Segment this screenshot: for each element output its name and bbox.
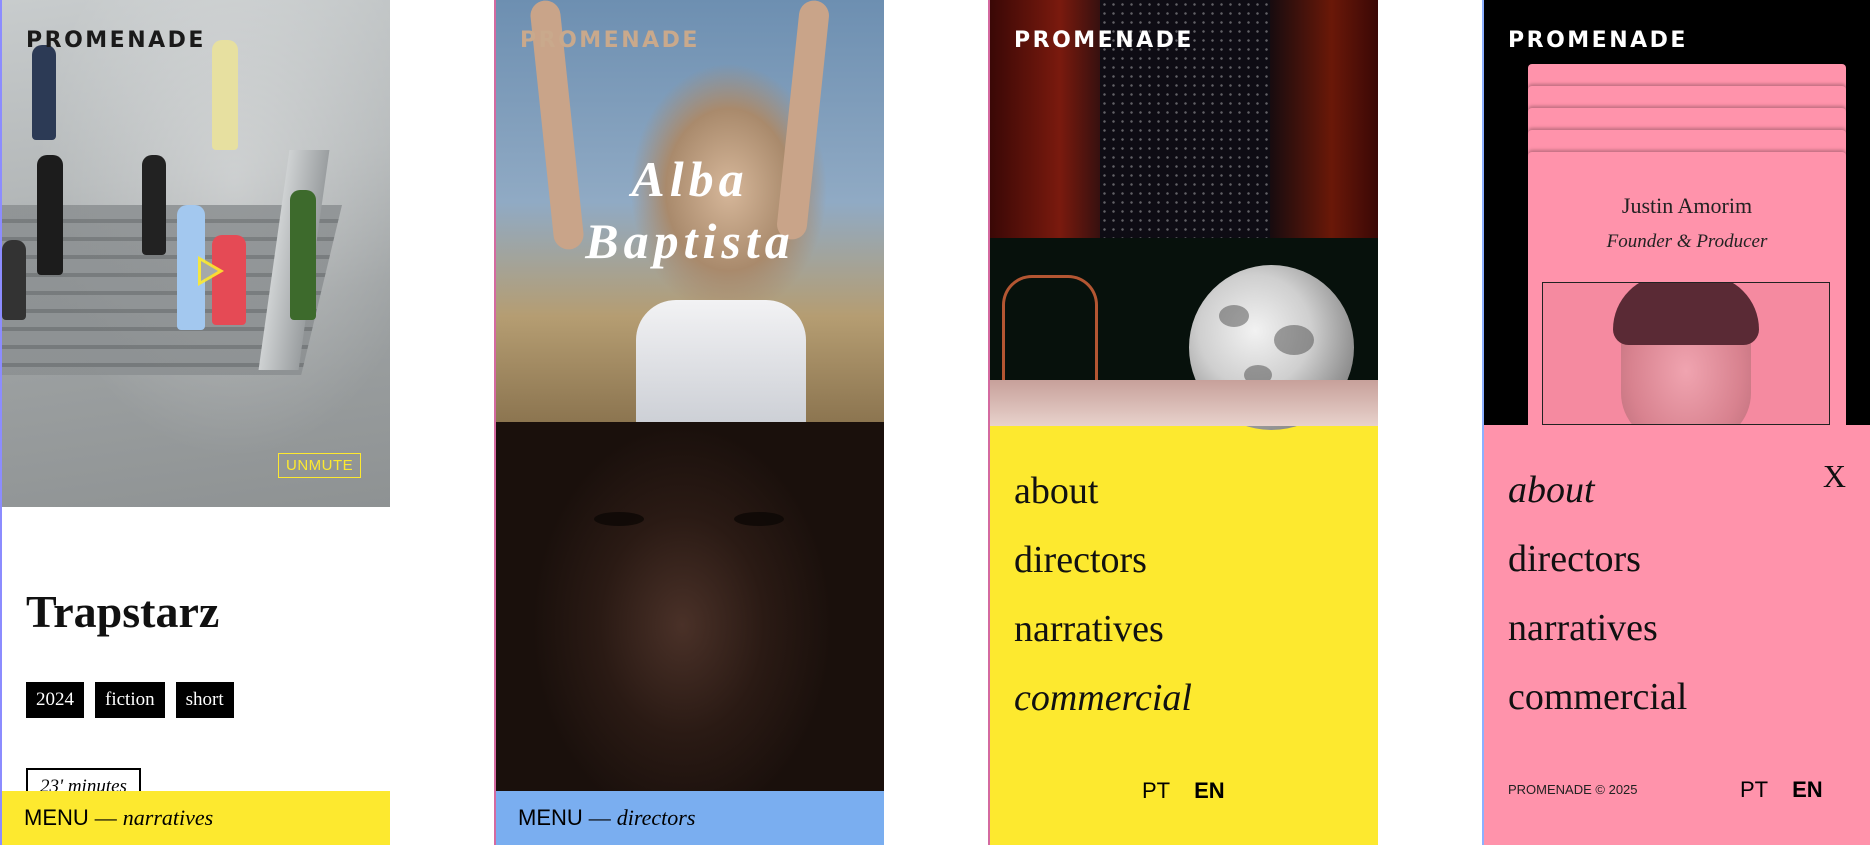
nav-commercial[interactable]: commercial: [1508, 663, 1687, 732]
menu-separator: —: [94, 805, 117, 830]
tag-genre: fiction: [95, 682, 165, 718]
portrait-eye: [594, 512, 644, 526]
director-hero-image[interactable]: Alba Baptista: [496, 0, 884, 422]
video-frame-figure: [2, 240, 26, 320]
film-tags: 2024 fiction short: [26, 682, 234, 718]
nav-directors[interactable]: directors: [1014, 526, 1192, 595]
language-switcher: PT EN: [1142, 778, 1225, 804]
tag-year: 2024: [26, 682, 84, 718]
copyright: PROMENADE © 2025: [1508, 782, 1638, 797]
lang-pt[interactable]: PT: [1740, 777, 1768, 803]
video-frame-figure: [212, 40, 238, 150]
director-name-line2: Baptista: [585, 213, 795, 269]
director-name-line1: Alba: [631, 151, 749, 207]
menu-current-section: narratives: [122, 805, 214, 830]
hero-figure-shirt: [636, 300, 806, 422]
video-frame-figure: [32, 45, 56, 140]
profile-card[interactable]: Justin Amorim Founder & Producer: [1528, 175, 1846, 425]
main-nav: about directors narratives commercial: [1014, 457, 1192, 733]
mobile-screen-menu-pink: Justin Amorim Founder & Producer PROMENA…: [1482, 0, 1870, 845]
close-menu-button[interactable]: X: [1823, 458, 1846, 495]
mobile-screen-director: Alba Baptista PROMENADE MENU — directors: [494, 0, 884, 845]
portrait-eye: [734, 512, 784, 526]
video-frame-figure: [37, 155, 63, 275]
profile-name: Justin Amorim: [1621, 193, 1753, 218]
tag-format: short: [175, 682, 234, 718]
menu-current-section: directors: [616, 805, 696, 830]
nav-narratives[interactable]: narratives: [1508, 594, 1687, 663]
brand-logo[interactable]: PROMENADE: [1508, 28, 1688, 53]
director-portrait-image[interactable]: [496, 422, 884, 792]
mobile-screen-menu-yellow: PROMENADE about directors narratives com…: [988, 0, 1378, 845]
video-frame-figure: [290, 190, 316, 320]
unmute-button[interactable]: UNMUTE: [278, 453, 362, 478]
menu-separator: —: [588, 805, 611, 830]
menu-bar[interactable]: MENU — narratives: [2, 791, 390, 845]
lang-en[interactable]: EN: [1194, 778, 1225, 804]
film-title: Trapstarz: [26, 586, 220, 637]
lang-pt[interactable]: PT: [1142, 778, 1170, 804]
brand-logo[interactable]: PROMENADE: [26, 28, 206, 53]
bed-frame-image: [1002, 275, 1098, 388]
nav-about[interactable]: about: [1508, 456, 1687, 525]
bed-image: [990, 380, 1378, 426]
profile-role: Founder & Producer: [1606, 231, 1768, 252]
nav-about[interactable]: about: [1014, 457, 1192, 526]
menu-bar[interactable]: MENU — directors: [496, 791, 884, 845]
menu-label[interactable]: MENU: [518, 805, 583, 830]
nav-directors[interactable]: directors: [1508, 525, 1687, 594]
language-switcher: PT EN: [1740, 777, 1823, 803]
profile-photo: [1542, 282, 1830, 425]
mobile-screen-film: UNMUTE PROMENADE Trapstarz 2024 fiction …: [0, 0, 390, 845]
video-frame-figure: [142, 155, 166, 255]
nav-commercial[interactable]: commercial: [1014, 664, 1192, 733]
brand-logo[interactable]: PROMENADE: [1014, 28, 1194, 53]
nav-narratives[interactable]: narratives: [1014, 595, 1192, 664]
play-icon-inner: [201, 261, 218, 281]
main-nav: about directors narratives commercial: [1508, 456, 1687, 732]
video-player[interactable]: UNMUTE: [2, 0, 390, 507]
menu-label[interactable]: MENU: [24, 805, 89, 830]
director-name[interactable]: Alba Baptista: [496, 148, 884, 272]
lang-en[interactable]: EN: [1792, 777, 1823, 803]
profile-photo-hair: [1613, 283, 1759, 345]
brand-logo[interactable]: PROMENADE: [520, 28, 700, 53]
